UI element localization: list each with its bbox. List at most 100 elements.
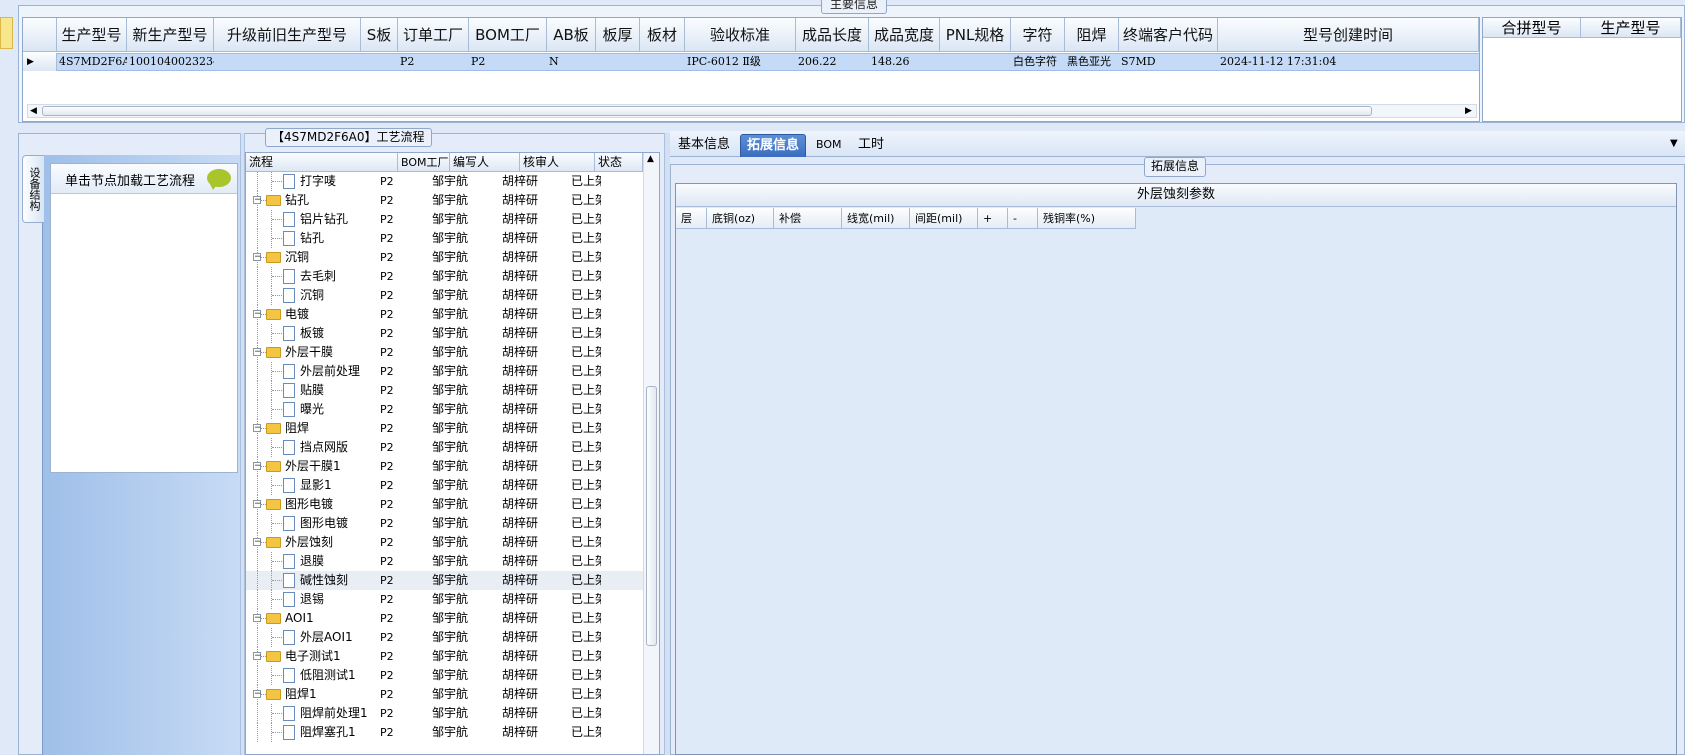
tree-folder-row[interactable]: − AOI1 P2 邹宇航 胡梓研 已上架 bbox=[246, 609, 643, 628]
tree-step-row[interactable]: 贴膜 P2 邹宇航 胡梓研 已上架 bbox=[246, 381, 643, 400]
etch-col-header[interactable]: + bbox=[978, 208, 1008, 229]
etch-col-header[interactable]: - bbox=[1008, 208, 1038, 229]
tree-step-row[interactable]: 低阻测试1 P2 邹宇航 胡梓研 已上架 bbox=[246, 666, 643, 685]
merge-model-grid[interactable]: 合拼型号 生产型号 bbox=[1482, 17, 1682, 122]
etch-col-header[interactable]: 补偿 bbox=[774, 208, 842, 229]
tree-step-row[interactable]: 阻焊前处理1 P2 邹宇航 胡梓研 已上架 bbox=[246, 704, 643, 723]
collapse-icon[interactable]: − bbox=[253, 500, 262, 509]
cell-production-model[interactable]: 4S7MD2F6A0 bbox=[57, 53, 127, 71]
tree-folder-row[interactable]: − 阻焊1 P2 邹宇航 胡梓研 已上架 bbox=[246, 685, 643, 704]
tree-step-row[interactable]: 退膜 P2 邹宇航 胡梓研 已上架 bbox=[246, 552, 643, 571]
etch-col-header[interactable]: 层 bbox=[676, 208, 707, 229]
cell-acceptance-standard[interactable]: IPC-6012 Ⅱ级 bbox=[685, 53, 796, 71]
tree-col-header[interactable]: 流程 bbox=[246, 153, 398, 172]
cell-material[interactable] bbox=[640, 53, 685, 71]
horizontal-scrollbar[interactable]: ◀ ▶ bbox=[27, 104, 1477, 118]
cell-ab-board[interactable]: N bbox=[547, 53, 596, 71]
tree-step-row[interactable]: 外层AOI1 P2 邹宇航 胡梓研 已上架 bbox=[246, 628, 643, 647]
col-header[interactable]: 订单工厂 bbox=[398, 18, 469, 52]
tree-step-row[interactable]: 打字唛 P2 邹宇航 胡梓研 已上架 bbox=[246, 172, 643, 191]
cell-legend-char[interactable]: 白色字符 bbox=[1011, 53, 1065, 71]
etch-col-header[interactable]: 底铜(oz) bbox=[707, 208, 774, 229]
tree-folder-row[interactable]: − 阻焊 P2 邹宇航 胡梓研 已上架 bbox=[246, 419, 643, 438]
scroll-thumb[interactable] bbox=[646, 386, 657, 646]
scroll-up-icon[interactable]: ▲ bbox=[647, 154, 654, 164]
col-header[interactable]: 终端客户代码 bbox=[1119, 18, 1218, 52]
cell-solder-mask[interactable]: 黑色亚光 bbox=[1065, 53, 1119, 71]
tree-col-header[interactable]: BOM工厂 bbox=[398, 153, 450, 172]
tree-step-row[interactable]: 外层前处理 P2 邹宇航 胡梓研 已上架 bbox=[246, 362, 643, 381]
cell-s-board[interactable] bbox=[361, 53, 398, 71]
collapse-icon[interactable]: − bbox=[253, 462, 262, 471]
process-load-header[interactable]: 单击节点加载工艺流程 bbox=[51, 164, 237, 194]
tree-folder-row[interactable]: − 外层干膜 P2 邹宇航 胡梓研 已上架 bbox=[246, 343, 643, 362]
tree-step-row[interactable]: 钻孔 P2 邹宇航 胡梓研 已上架 bbox=[246, 229, 643, 248]
col-header[interactable]: 验收标准 bbox=[685, 18, 796, 52]
col-header[interactable]: 板厚 bbox=[596, 18, 640, 52]
tree-step-row[interactable]: 曝光 P2 邹宇航 胡梓研 已上架 bbox=[246, 400, 643, 419]
col-header[interactable]: 型号创建时间 bbox=[1218, 18, 1479, 52]
col-header[interactable]: PNL规格 bbox=[940, 18, 1011, 52]
cell-width[interactable]: 148.26 bbox=[869, 53, 940, 71]
collapse-icon[interactable]: − bbox=[253, 424, 262, 433]
cell-length[interactable]: 206.22 bbox=[796, 53, 869, 71]
scroll-left-icon[interactable]: ◀ bbox=[30, 105, 37, 117]
tree-col-header[interactable]: 状态 bbox=[595, 153, 643, 172]
col-header[interactable]: 字符 bbox=[1011, 18, 1065, 52]
cell-created-time[interactable]: 2024-11-12 17:31:04 bbox=[1218, 53, 1479, 71]
tab-dropdown-icon[interactable]: ▼ bbox=[1670, 138, 1678, 149]
cell-bom-factory[interactable]: P2 bbox=[469, 53, 547, 71]
collapse-icon[interactable]: − bbox=[253, 652, 262, 661]
tab-extended-info[interactable]: 拓展信息 bbox=[740, 134, 807, 157]
etch-col-header[interactable]: 残铜率(%) bbox=[1038, 208, 1136, 229]
etch-col-header[interactable]: 线宽(mil) bbox=[842, 208, 910, 229]
tree-step-row[interactable]: 去毛刺 P2 邹宇航 胡梓研 已上架 bbox=[246, 267, 643, 286]
col-header[interactable]: S板 bbox=[361, 18, 398, 52]
cell-old-model[interactable] bbox=[214, 53, 361, 71]
tree-folder-row[interactable]: − 外层干膜1 P2 邹宇航 胡梓研 已上架 bbox=[246, 457, 643, 476]
scroll-right-icon[interactable]: ▶ bbox=[1465, 105, 1472, 117]
col-header[interactable]: 成品宽度 bbox=[869, 18, 940, 52]
tree-col-header[interactable]: 编写人 bbox=[450, 153, 520, 172]
tree-folder-row[interactable]: − 钻孔 P2 邹宇航 胡梓研 已上架 bbox=[246, 191, 643, 210]
tab-bom[interactable]: BOM bbox=[810, 134, 848, 156]
tab-equipment-structure[interactable]: 设备结构 bbox=[22, 155, 44, 223]
tree-step-row[interactable]: 沉铜 P2 邹宇航 胡梓研 已上架 bbox=[246, 286, 643, 305]
collapse-icon[interactable]: − bbox=[253, 538, 262, 547]
cell-customer-code[interactable]: S7MD bbox=[1119, 53, 1218, 71]
tree-col-header[interactable]: 核审人 bbox=[520, 153, 595, 172]
cell-thickness[interactable] bbox=[596, 53, 640, 71]
col-header[interactable]: AB板 bbox=[547, 18, 596, 52]
col-header[interactable]: 合拼型号 bbox=[1483, 18, 1581, 38]
collapse-icon[interactable]: − bbox=[253, 253, 262, 262]
collapse-icon[interactable]: − bbox=[253, 690, 262, 699]
cell-pnl-spec[interactable] bbox=[940, 53, 1011, 71]
tree-folder-row[interactable]: − 电镀 P2 邹宇航 胡梓研 已上架 bbox=[246, 305, 643, 324]
tree-step-row[interactable]: 碱性蚀刻 P2 邹宇航 胡梓研 已上架 bbox=[246, 571, 643, 590]
etch-col-header[interactable]: 间距(mil) bbox=[910, 208, 978, 229]
tree-step-row[interactable]: 铝片钻孔 P2 邹宇航 胡梓研 已上架 bbox=[246, 210, 643, 229]
tree-folder-row[interactable]: − 电子测试1 P2 邹宇航 胡梓研 已上架 bbox=[246, 647, 643, 666]
process-tree[interactable]: 流程 BOM工厂 编写人 核审人 状态 打字唛P2邹宇航胡梓研已上架−钻孔P2邹… bbox=[245, 152, 660, 755]
col-header[interactable]: 新生产型号 bbox=[127, 18, 214, 52]
tree-step-row[interactable]: 图形电镀 P2 邹宇航 胡梓研 已上架 bbox=[246, 514, 643, 533]
col-header[interactable]: 板材 bbox=[640, 18, 685, 52]
tree-step-row[interactable]: 阻焊塞孔1 P2 邹宇航 胡梓研 已上架 bbox=[246, 723, 643, 742]
cell-new-model[interactable]: 10010400232345 bbox=[127, 53, 214, 71]
collapse-icon[interactable]: − bbox=[253, 196, 262, 205]
product-grid[interactable]: 生产型号 新生产型号 升级前旧生产型号 S板 订单工厂 BOM工厂 AB板 板厚… bbox=[22, 17, 1480, 122]
tree-step-row[interactable]: 显影1 P2 邹宇航 胡梓研 已上架 bbox=[246, 476, 643, 495]
tree-step-row[interactable]: 挡点网版 P2 邹宇航 胡梓研 已上架 bbox=[246, 438, 643, 457]
collapse-icon[interactable]: − bbox=[253, 614, 262, 623]
col-header[interactable]: BOM工厂 bbox=[469, 18, 547, 52]
tree-folder-row[interactable]: − 沉铜 P2 邹宇航 胡梓研 已上架 bbox=[246, 248, 643, 267]
collapse-icon[interactable]: − bbox=[253, 310, 262, 319]
etch-params-grid[interactable]: 外层蚀刻参数 层 底铜(oz) 补偿 线宽(mil) 间距(mil) + - 残… bbox=[675, 183, 1677, 755]
tree-step-row[interactable]: 板镀 P2 邹宇航 胡梓研 已上架 bbox=[246, 324, 643, 343]
collapse-icon[interactable]: − bbox=[253, 348, 262, 357]
tree-folder-row[interactable]: − 图形电镀 P2 邹宇航 胡梓研 已上架 bbox=[246, 495, 643, 514]
tab-basic-info[interactable]: 基本信息 bbox=[672, 134, 736, 156]
col-header[interactable]: 阻焊 bbox=[1065, 18, 1119, 52]
scroll-thumb[interactable] bbox=[42, 106, 1372, 116]
col-header[interactable]: 升级前旧生产型号 bbox=[214, 18, 361, 52]
